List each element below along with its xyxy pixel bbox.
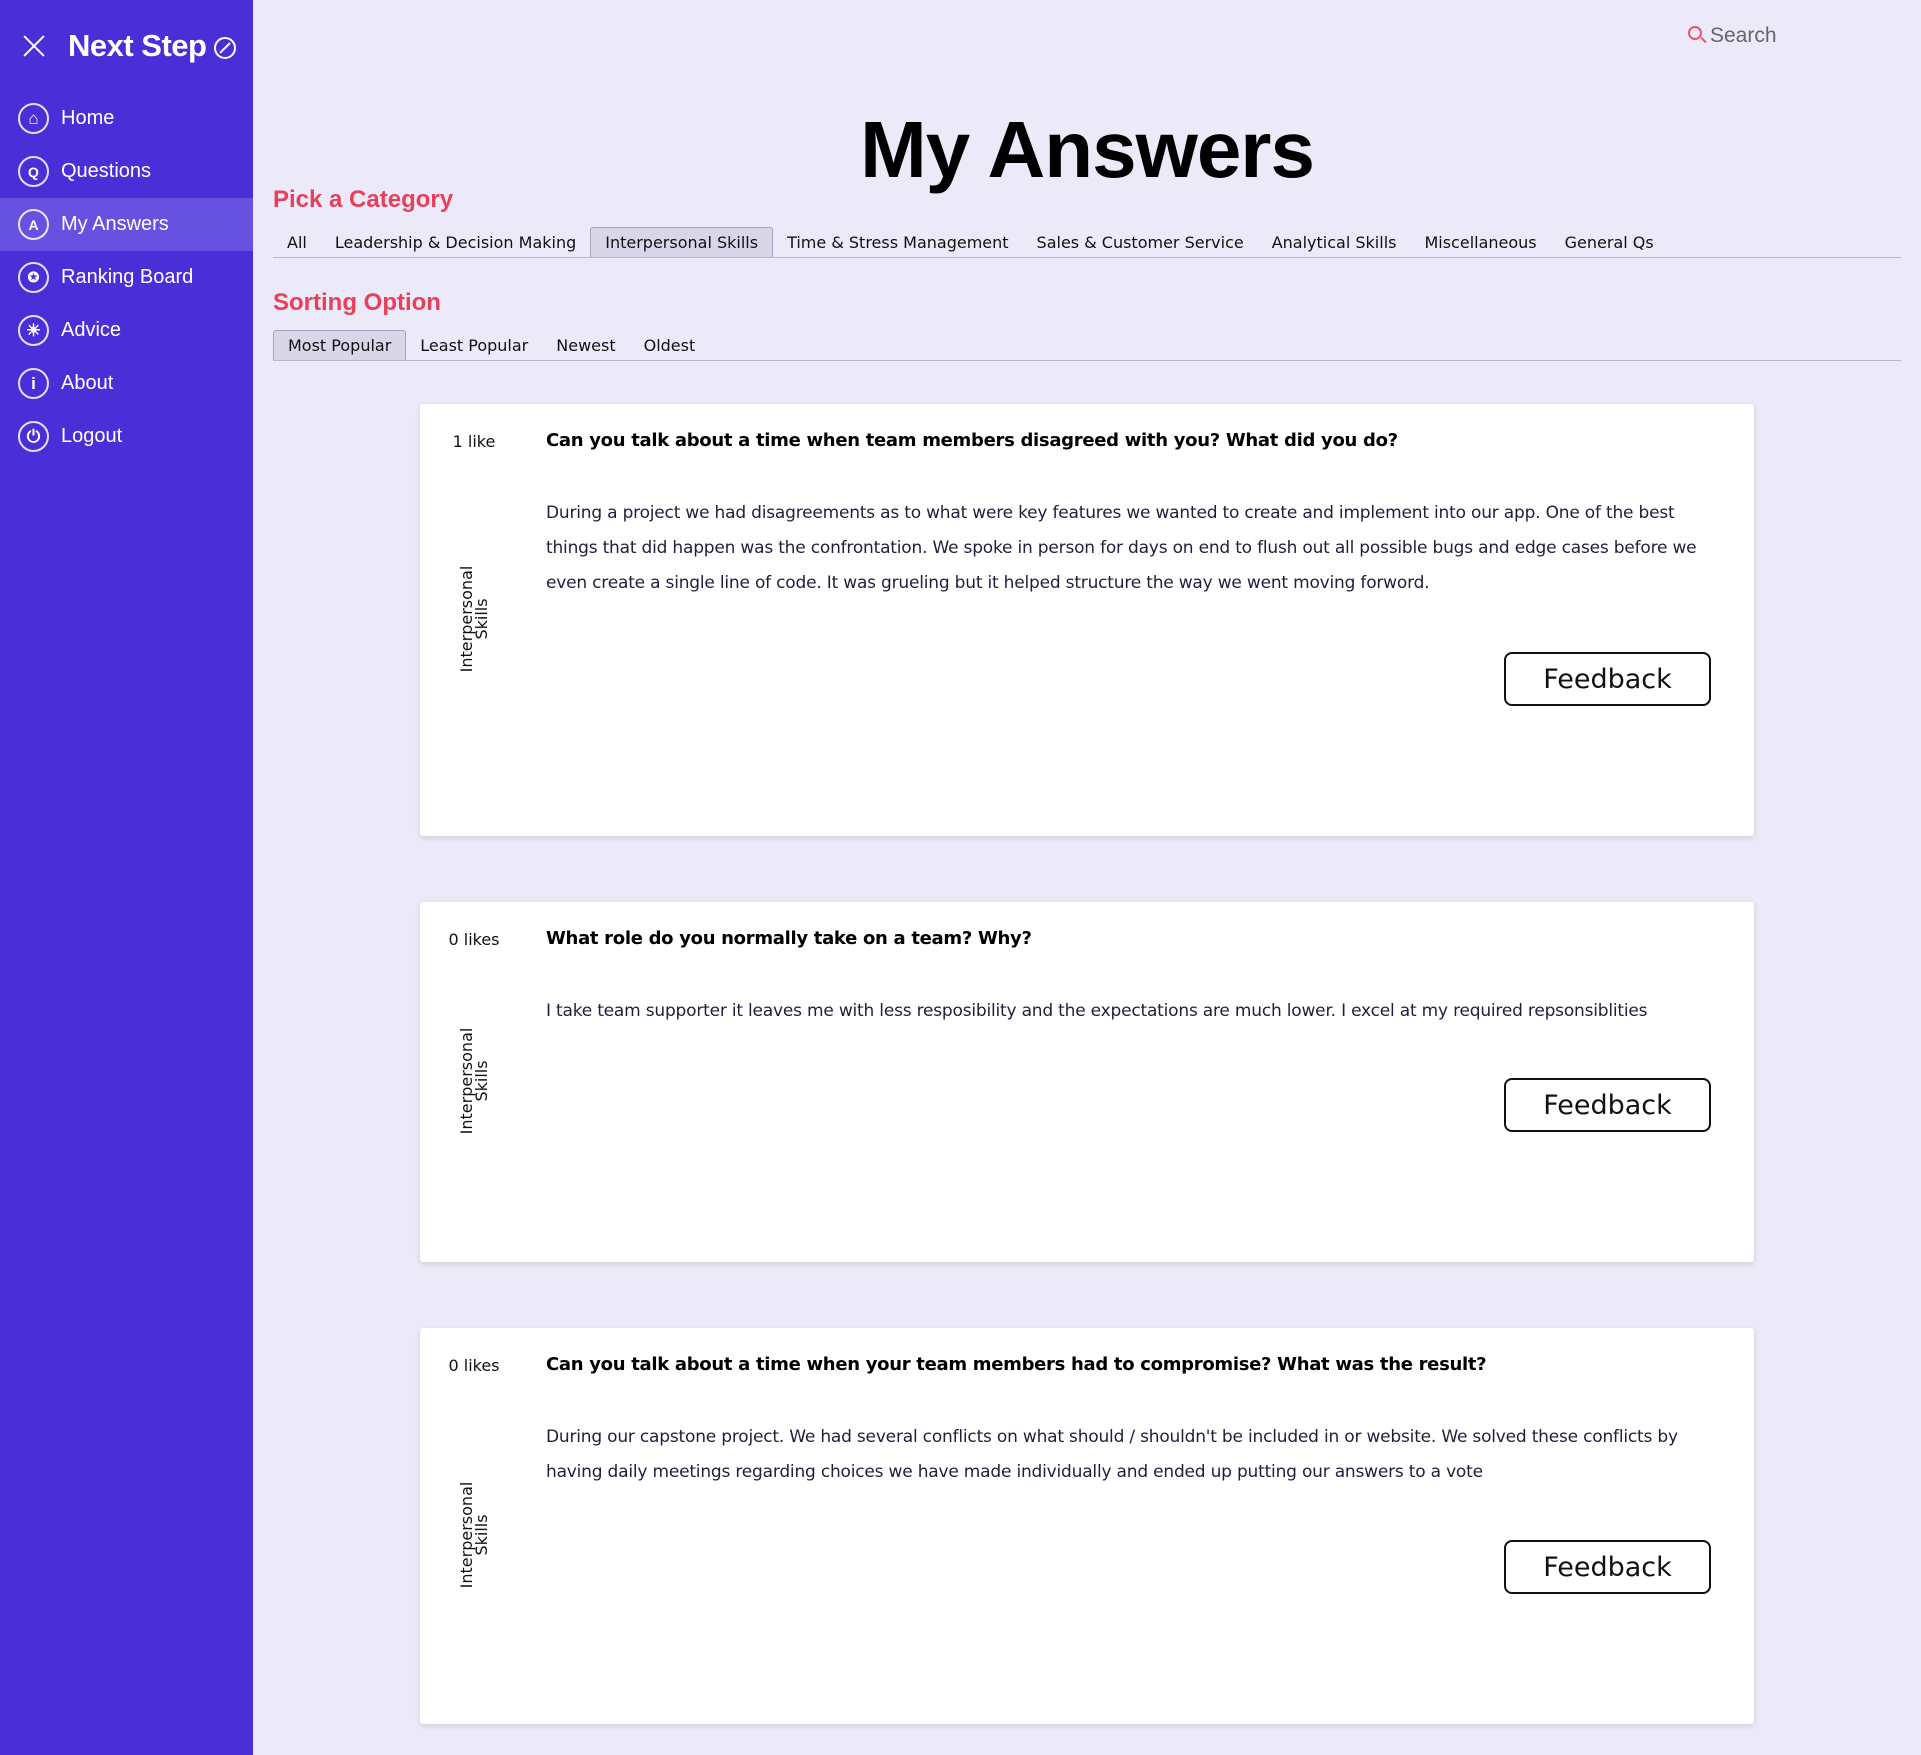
compass-icon [214,37,237,59]
like-count: 1 like [452,432,496,451]
brand-bar: Next Step [0,0,253,92]
feedback-button[interactable]: Feedback [1504,1540,1711,1594]
home-icon: ⌂ [18,103,49,134]
tab-oldest[interactable]: Oldest [630,330,710,360]
sidebar-item-label: My Answers [61,213,169,235]
close-icon[interactable] [20,32,48,60]
tab-newest[interactable]: Newest [542,330,629,360]
question-text: Can you talk about a time when your team… [546,1354,1487,1375]
answers-icon: A [18,209,49,240]
answer-card: 0 likes Interpersonal Skills Can you tal… [420,1328,1754,1724]
page-title: My Answers [860,105,1315,194]
feedback-button[interactable]: Feedback [1504,652,1711,706]
category-label: Interpersonal Skills [457,1481,491,1589]
medal-icon: ✪ [18,262,49,293]
tab-least-popular[interactable]: Least Popular [406,330,542,360]
tab-most-popular[interactable]: Most Popular [273,330,407,360]
category-label: Interpersonal Skills [457,1027,491,1135]
sidebar-nav: ⌂ Home Q Questions A My Answers ✪ Rankin… [0,92,253,463]
sidebar-item-label: Questions [61,160,152,182]
sidebar-item-ranking-board[interactable]: ✪ Ranking Board [0,251,253,304]
tab-miscellaneous[interactable]: Miscellaneous [1410,227,1550,257]
sidebar-item-advice[interactable]: ☀ Advice [0,304,253,357]
answer-text: During a project we had disagreements as… [546,503,1697,593]
like-count: 0 likes [448,1356,500,1375]
category-line: Skills [472,1514,491,1556]
sidebar-item-about[interactable]: i About [0,357,253,410]
tab-all[interactable]: All [273,227,321,257]
sidebar-item-logout[interactable]: ⏻ Logout [0,410,253,463]
sidebar-item-label: About [61,372,114,394]
answer-card: 1 like Interpersonal Skills Can you talk… [420,404,1754,836]
search-label: Search [1710,24,1777,47]
category-label: Interpersonal Skills [457,565,491,673]
tab-general[interactable]: General Qs [1551,227,1668,257]
sidebar-item-label: Advice [61,319,122,341]
lightbulb-icon: ☀ [18,315,49,346]
category-tabs: All Leadership & Decision Making Interpe… [273,227,1901,258]
answer-text: During our capstone project. We had seve… [546,1427,1678,1482]
category-line: Skills [472,1060,491,1102]
tab-sales-customer[interactable]: Sales & Customer Service [1023,227,1258,257]
questions-icon: Q [18,156,49,187]
sorting-tabs: Most Popular Least Popular Newest Oldest [273,330,1901,361]
sorting-heading: Sorting Option [273,289,441,316]
search-box[interactable]: Search [1688,24,1777,48]
tab-analytical[interactable]: Analytical Skills [1258,227,1411,257]
sidebar-item-label: Logout [61,425,123,447]
tab-interpersonal-skills[interactable]: Interpersonal Skills [590,227,774,257]
info-icon: i [18,368,49,399]
sidebar: Next Step ⌂ Home Q Questions A My Answer… [0,0,253,1755]
question-text: What role do you normally take on a team… [546,928,1032,949]
sidebar-item-label: Ranking Board [61,266,194,288]
sidebar-item-label: Home [61,107,115,129]
like-count: 0 likes [448,930,500,949]
search-icon [1688,26,1702,40]
feedback-button[interactable]: Feedback [1504,1078,1711,1132]
tab-leadership[interactable]: Leadership & Decision Making [321,227,590,257]
category-heading: Pick a Category [273,186,454,213]
sidebar-item-questions[interactable]: Q Questions [0,145,253,198]
question-text: Can you talk about a time when team memb… [546,430,1398,451]
answer-text: I take team supporter it leaves me with … [546,1001,1648,1021]
category-line: Skills [472,598,491,640]
answer-card: 0 likes Interpersonal Skills What role d… [420,902,1754,1262]
power-icon: ⏻ [18,421,49,452]
tab-time-stress[interactable]: Time & Stress Management [773,227,1022,257]
brand-title: Next Step [68,28,207,63]
sidebar-item-home[interactable]: ⌂ Home [0,92,253,145]
sidebar-item-my-answers[interactable]: A My Answers [0,198,253,251]
